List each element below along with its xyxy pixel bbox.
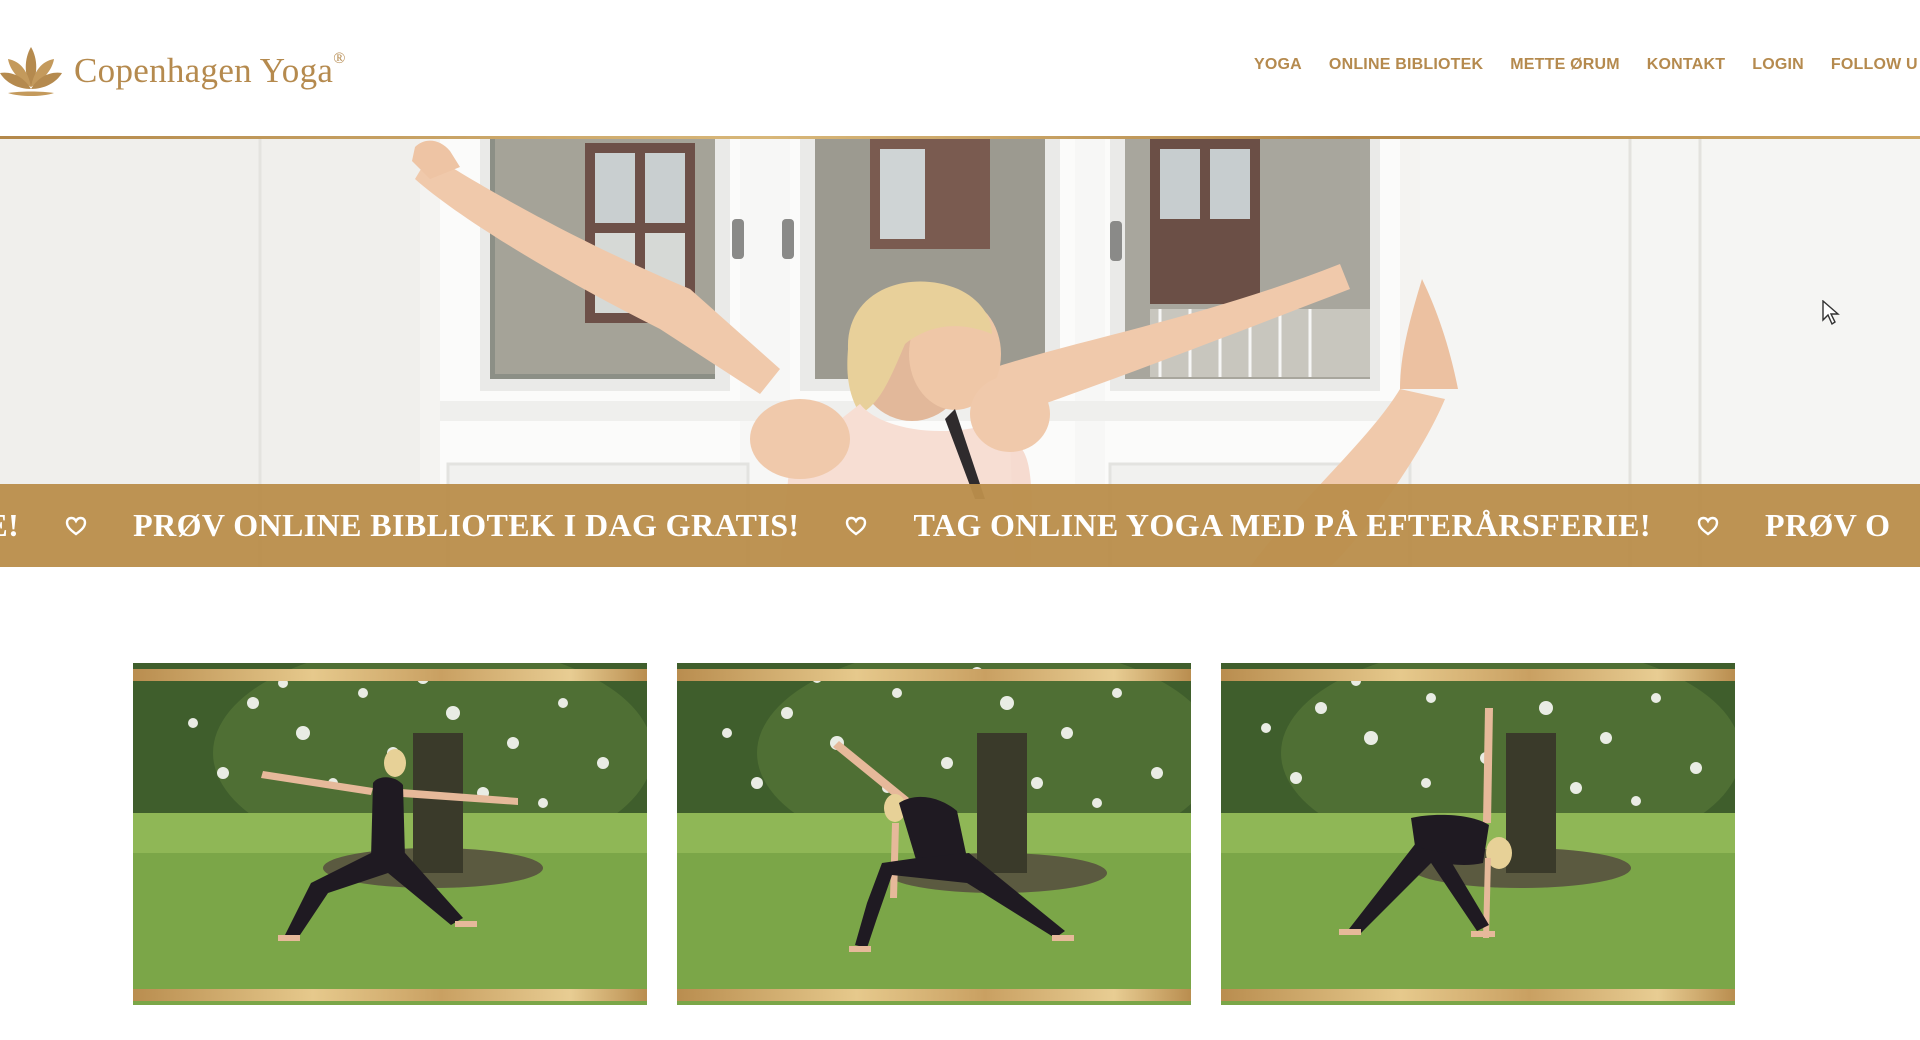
yoga-card-warrior[interactable] [133, 663, 647, 1005]
promo-text: TAG ONLINE YOGA MED PÅ EFTERÅRSFERIE! [913, 507, 1651, 543]
promo-text: RIE! [0, 507, 20, 543]
promo-text: PRØV ONLINE BIBLIOTEK I DAG GRATIS! [133, 507, 800, 543]
lotus-icon [0, 47, 62, 96]
nav-login[interactable]: LOGIN [1752, 56, 1804, 74]
yoga-cards [133, 663, 1737, 1005]
heart-icon [1697, 516, 1719, 535]
card-bottom-border [133, 989, 647, 1001]
nav-yoga[interactable]: YOGA [1254, 56, 1302, 74]
nav-follow-us[interactable]: FOLLOW U [1831, 56, 1918, 74]
card-bottom-border [677, 989, 1191, 1001]
logo-text: Copenhagen Yoga® [74, 50, 346, 90]
mouse-cursor-icon [1822, 300, 1840, 326]
card-bottom-border [1221, 989, 1735, 1001]
heart-icon [65, 516, 87, 535]
heart-icon [846, 516, 867, 535]
card-top-border [1221, 669, 1735, 681]
card-top-border [677, 669, 1191, 681]
main-nav: YOGA ONLINE BIBLIOTEK METTE ØRUM KONTAKT… [1254, 56, 1920, 74]
card-top-border [133, 669, 647, 681]
promo-banner[interactable]: RIE! PRØV ONLINE BIBLIOTEK I DAG GRATIS!… [0, 484, 1920, 567]
nav-mette-orum[interactable]: METTE ØRUM [1510, 56, 1620, 74]
yoga-card-side-angle[interactable] [677, 663, 1191, 1005]
promo-banner-track: RIE! PRØV ONLINE BIBLIOTEK I DAG GRATIS!… [0, 484, 1890, 567]
yoga-card-triangle[interactable] [1221, 663, 1735, 1005]
site-header: Copenhagen Yoga® YOGA ONLINE BIBLIOTEK M… [0, 0, 1920, 139]
nav-kontakt[interactable]: KONTAKT [1647, 56, 1725, 74]
nav-online-bibliotek[interactable]: ONLINE BIBLIOTEK [1329, 56, 1483, 74]
promo-text: PRØV O [1765, 507, 1891, 543]
site-logo[interactable]: Copenhagen Yoga® [0, 36, 346, 106]
